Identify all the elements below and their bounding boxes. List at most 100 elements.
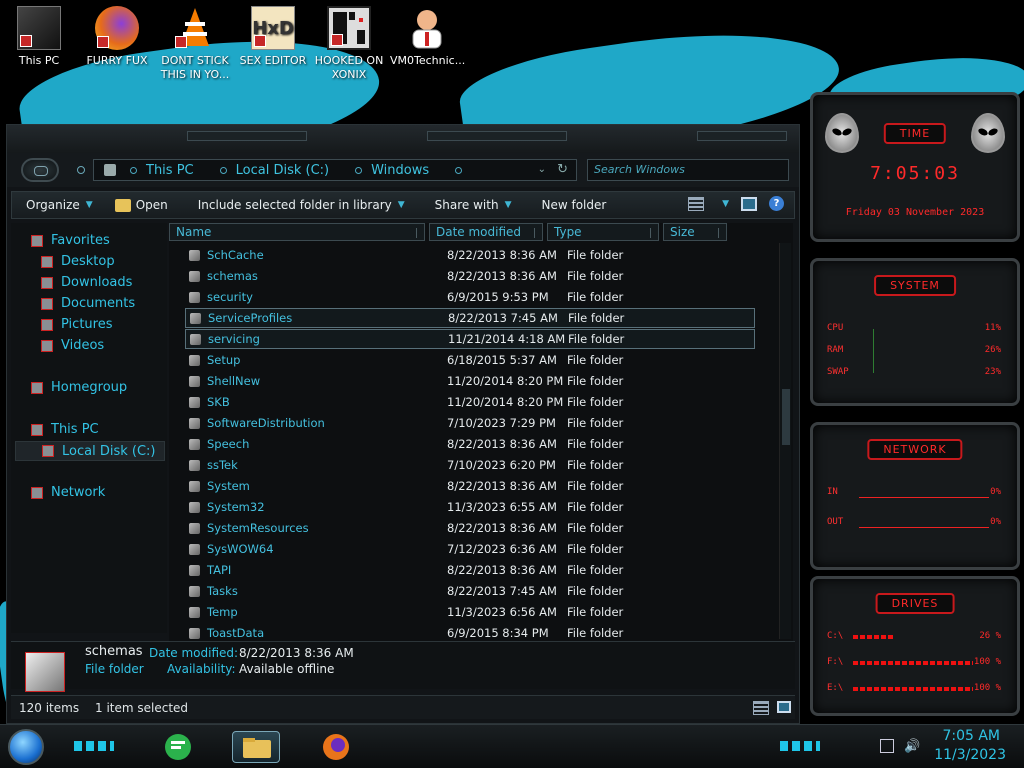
column-header-type[interactable]: Type [547, 223, 659, 241]
nav-local-disk[interactable]: Local Disk (C:) [15, 441, 165, 461]
desktop-icon-sex-editor[interactable]: HxD SEX EDITOR [236, 6, 310, 68]
taskbar-app-firefox[interactable] [312, 731, 360, 763]
folder-icon [189, 417, 200, 429]
organize-button[interactable]: Organize ▼ [26, 198, 93, 212]
nav-homegroup[interactable]: Homegroup [31, 380, 127, 395]
desktop-icon-this-pc[interactable]: This PC [2, 6, 76, 68]
file-row[interactable]: SoftwareDistribution 7/10/2023 7:29 PM Fil… [185, 413, 755, 433]
file-row[interactable]: Setup 6/18/2015 5:37 AM File folder [185, 350, 755, 370]
system-graph [873, 329, 893, 373]
taskbar-app-feedly[interactable] [154, 731, 202, 763]
breadcrumb-windows[interactable]: Windows [371, 163, 429, 178]
caret-down-icon[interactable]: ▼ [722, 199, 729, 209]
folder-icon [189, 585, 200, 597]
taskbar-clock-time[interactable]: 7:05 AM [942, 728, 1000, 744]
file-row[interactable]: System 8/22/2013 8:36 AM File folder [185, 476, 755, 496]
folder-icon [189, 438, 200, 450]
desktop-icon-furry-fux[interactable]: FURRY FUX [80, 6, 154, 68]
nav-documents[interactable]: Documents [41, 296, 135, 311]
file-type: File folder [567, 437, 624, 451]
include-in-library-button[interactable]: Include selected folder in library ▼ [198, 198, 405, 212]
search-input[interactable]: Search Windows [587, 159, 789, 181]
taskbar-decoration [74, 741, 114, 751]
volume-icon[interactable]: 🔊 [904, 739, 920, 754]
window-title-strip[interactable] [7, 125, 799, 153]
column-header-name[interactable]: Name [169, 223, 425, 241]
nav-desktop[interactable]: Desktop [41, 254, 115, 269]
folder-icon [190, 312, 201, 324]
nav-favorites[interactable]: Favorites [31, 233, 110, 248]
desktop-icon-vm0technic[interactable]: VM0Technic... [390, 6, 465, 68]
time-gadget[interactable]: TIME 7:05:03 Friday 03 November 2023 [810, 92, 1020, 242]
desktop-icon-hooked-on-xonix[interactable]: HOOKED ON XONIX [312, 6, 386, 82]
file-row[interactable]: SystemResources 8/22/2013 8:36 AM File fol… [185, 518, 755, 538]
status-selected-count: 1 item selected [95, 701, 189, 715]
share-with-button[interactable]: Share with ▼ [435, 198, 512, 212]
breadcrumb-local-disk[interactable]: Local Disk (C:) [236, 163, 329, 178]
file-row[interactable]: Temp 11/3/2023 6:56 AM File folder [185, 602, 755, 622]
file-name: SystemResources [207, 521, 309, 535]
nav-network[interactable]: Network [31, 485, 105, 500]
picture-icon [41, 318, 53, 331]
column-header-size[interactable]: Size [663, 223, 727, 241]
preview-pane-icon[interactable] [741, 196, 757, 211]
drive-c-value: 26 % [979, 631, 1001, 641]
breadcrumb-separator-icon [219, 166, 227, 174]
system-gadget[interactable]: SYSTEM CPU 11% RAM 26% SWAP 23% [810, 258, 1020, 406]
folder-icon [189, 627, 200, 639]
network-gadget[interactable]: NETWORK IN 0% OUT 0% [810, 422, 1020, 570]
file-row[interactable]: TAPI 8/22/2013 8:36 AM File folder [185, 560, 755, 580]
file-type: File folder [567, 374, 624, 388]
refresh-icon[interactable]: ↻ [557, 162, 568, 177]
file-row[interactable]: ToastData 6/9/2015 8:34 PM File folder [185, 623, 755, 641]
file-row[interactable]: SchCache 8/22/2013 8:36 AM File folder [185, 245, 755, 265]
nav-pictures[interactable]: Pictures [41, 317, 112, 332]
file-row[interactable]: ssTek 7/10/2023 6:20 PM File folder [185, 455, 755, 475]
recent-locations-icon[interactable] [77, 166, 85, 174]
taskbar-app-file-explorer[interactable] [232, 731, 280, 763]
open-button[interactable]: Open [114, 198, 168, 212]
file-date: 8/22/2013 8:36 AM [447, 563, 557, 577]
time-gadget-clock: 7:05:03 [870, 163, 960, 184]
file-row[interactable]: Tasks 8/22/2013 7:45 AM File folder [185, 581, 755, 601]
file-date: 8/22/2013 8:36 AM [447, 479, 557, 493]
file-row[interactable]: System32 11/3/2023 6:55 AM File folder [185, 497, 755, 517]
file-name: schemas [207, 269, 258, 283]
file-row[interactable]: schemas 8/22/2013 8:36 AM File folder [185, 266, 755, 286]
file-name: Setup [207, 353, 241, 367]
homegroup-icon [31, 381, 43, 394]
nav-downloads[interactable]: Downloads [41, 275, 132, 290]
vertical-scrollbar[interactable] [779, 243, 791, 639]
network-tray-icon[interactable] [880, 739, 894, 753]
help-icon[interactable]: ? [769, 196, 784, 211]
nav-this-pc[interactable]: This PC [31, 422, 99, 437]
column-header-date[interactable]: Date modified [429, 223, 543, 241]
file-row[interactable]: SysWOW64 7/12/2023 6:36 AM File folder [185, 539, 755, 559]
chevron-down-icon[interactable]: ⌄ [538, 164, 546, 175]
back-forward-button[interactable] [21, 158, 59, 182]
file-row[interactable]: ServiceProfiles 8/22/2013 7:45 AM File fol… [185, 308, 755, 328]
file-row[interactable]: servicing 11/21/2014 4:18 AM File folder [185, 329, 755, 349]
file-row[interactable]: SKB 11/20/2014 8:20 PM File folder [185, 392, 755, 412]
navigation-pane: Favorites Desktop Downloads Documents Pi… [11, 223, 167, 633]
file-date: 11/20/2014 8:20 PM [447, 374, 564, 388]
taskbar-clock-date[interactable]: 11/3/2023 [934, 747, 1006, 763]
new-folder-button[interactable]: New folder [541, 198, 606, 212]
large-icons-view-icon[interactable] [777, 701, 791, 713]
drives-gadget[interactable]: DRIVES C:\ 26 % F:\ 100 % E:\ 100 % [810, 576, 1020, 716]
scrollbar-thumb[interactable] [782, 389, 790, 445]
details-view-icon[interactable] [753, 701, 769, 715]
file-row[interactable]: Speech 8/22/2013 8:36 AM File folder [185, 434, 755, 454]
file-name: Speech [207, 437, 250, 451]
start-button[interactable] [8, 729, 44, 765]
nav-videos[interactable]: Videos [41, 338, 104, 353]
change-view-icon[interactable] [688, 196, 705, 211]
folder-icon [189, 270, 200, 282]
file-row[interactable]: security 6/9/2015 9:53 PM File folder [185, 287, 755, 307]
column-headers: Name Date modified Type Size [169, 223, 781, 243]
desktop-icon-dont-stick[interactable]: DONT STICK THIS IN YO... [158, 6, 232, 82]
file-row[interactable]: ShellNew 11/20/2014 8:20 PM File folder [185, 371, 755, 391]
address-bar[interactable]: This PC Local Disk (C:) Windows ⌄ ↻ [93, 159, 577, 181]
breadcrumb-this-pc[interactable]: This PC [146, 163, 194, 178]
file-date: 8/22/2013 7:45 AM [447, 584, 557, 598]
